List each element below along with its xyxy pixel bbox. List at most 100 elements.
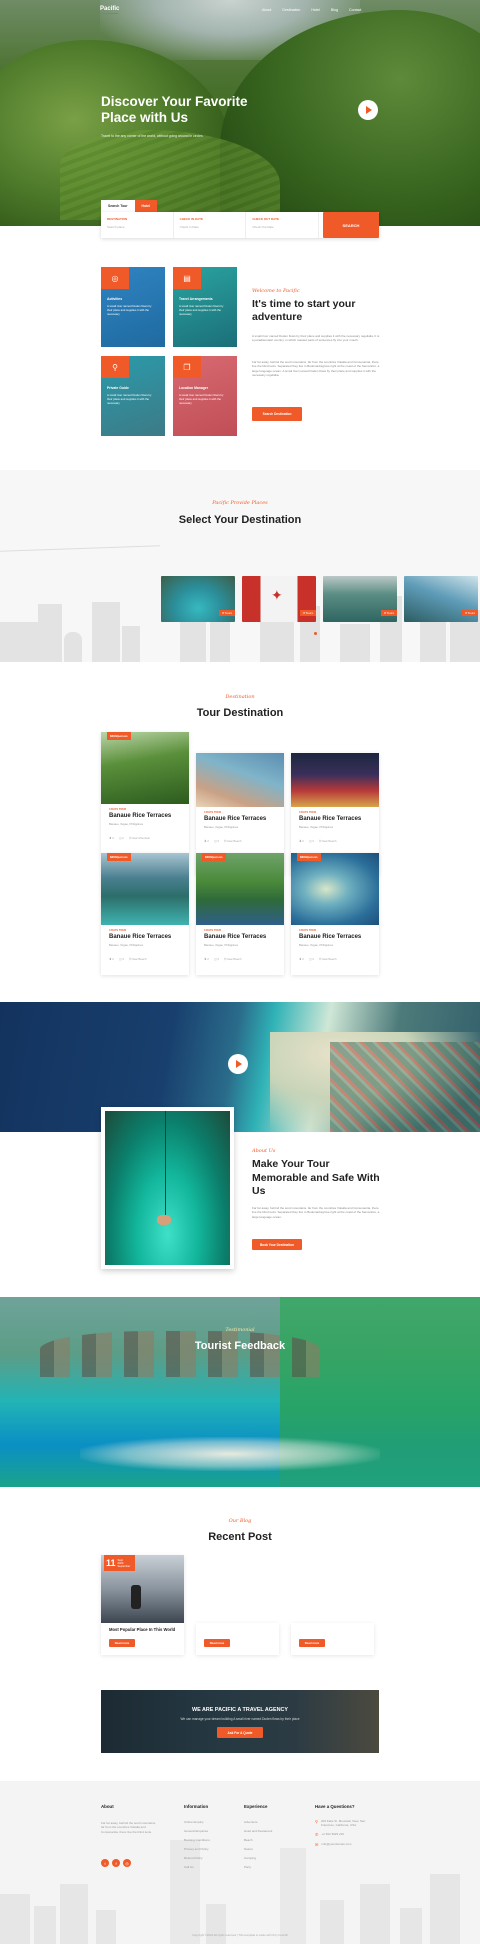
destination-input[interactable]: Search place xyxy=(107,225,167,229)
footer-link[interactable]: General Enquiries xyxy=(184,1829,210,1833)
play-video-button[interactable] xyxy=(228,1054,248,1074)
tour-card[interactable]: $300/person 3 DAYS TOUR Banaue Rice Terr… xyxy=(196,853,284,975)
cta-subtitle: We can manage your dream building A smal… xyxy=(180,1717,300,1721)
post-title[interactable]: Most Popular Place In This World xyxy=(109,1627,179,1632)
location-icon: ⚲ Near Beach xyxy=(223,957,242,961)
facebook-icon[interactable]: f xyxy=(112,1859,120,1867)
destination-script: Pacific Provide Places xyxy=(212,500,268,506)
about-title: Make Your Tour Memorable and Safe With U… xyxy=(252,1158,380,1197)
footer-contact-title: Have a Questions? xyxy=(315,1804,355,1809)
feedback-section xyxy=(0,1297,480,1487)
location-icon: ⚲ Near Beach xyxy=(318,839,337,843)
tour-card[interactable]: $300/person 3 DAYS TOUR Banaue Rice Terr… xyxy=(101,853,189,975)
bed-icon: ♜ 2 xyxy=(204,957,209,961)
nav-contact[interactable]: Contact xyxy=(349,8,361,12)
location-icon: ⚲ Near Beach xyxy=(318,957,337,961)
person-pin-icon: ⚲ xyxy=(101,356,129,378)
footer-link[interactable]: Beach xyxy=(244,1838,272,1842)
footer-link[interactable]: Privacy and Policy xyxy=(184,1847,210,1851)
location-icon: ⚲ Near Beach xyxy=(128,957,147,961)
play-video-button[interactable] xyxy=(358,100,378,120)
bath-icon: ◫ 3 xyxy=(213,957,219,961)
play-icon xyxy=(366,106,372,114)
feature-card-location-manager[interactable]: ❐ Location Manager A small river named D… xyxy=(173,356,237,436)
search-tabs: Search Tour Hotel xyxy=(101,200,158,212)
post-date: 11 Sept 2020 September xyxy=(104,1555,135,1571)
tour-script: Destination xyxy=(225,694,255,700)
destination-title: Select Your Destination xyxy=(178,514,302,526)
destination-card[interactable]: 8 Tours xyxy=(323,576,397,622)
logo[interactable]: Pacific xyxy=(100,6,119,15)
tour-title: Tour Destination xyxy=(196,707,284,719)
footer-information-title: Information xyxy=(184,1804,209,1809)
check-out-input[interactable]: Check Out Date xyxy=(252,225,312,229)
footer-email[interactable]: info@yourdomain.com xyxy=(321,1842,351,1847)
instagram-icon[interactable]: ◎ xyxy=(123,1859,131,1867)
footer-about-title: About xyxy=(101,1804,114,1809)
copyright-text: Copyright ©2024 All rights reserved | Th… xyxy=(192,1933,288,1937)
footer-link[interactable]: Refund Policy xyxy=(184,1856,210,1860)
read-more-button[interactable]: Read more xyxy=(109,1639,135,1647)
bed-icon: ♜ 2 xyxy=(109,836,114,840)
about-script: About Us xyxy=(252,1148,276,1154)
destination-section xyxy=(0,470,480,662)
bath-icon: ◫ 3 xyxy=(118,957,124,961)
feature-card-private-guide[interactable]: ⚲ Private Guide A small river named Dude… xyxy=(101,356,165,436)
play-icon xyxy=(236,1060,242,1068)
footer-link[interactable]: Online Enquiry xyxy=(184,1820,210,1824)
feature-card-travel-arrangements[interactable]: ▤ Travel Arrangements A small river name… xyxy=(173,267,237,347)
hero-subtitle: Travel to the any corner of the world, w… xyxy=(101,134,203,138)
destination-card[interactable]: ✦ 8 Tours xyxy=(242,576,316,622)
email-icon: ✉ xyxy=(315,1842,319,1848)
bed-icon: ♜ 2 xyxy=(299,839,304,843)
footer-link[interactable]: Booking Conditions xyxy=(184,1838,210,1842)
hero-title: Discover Your Favorite Place with Us xyxy=(101,94,248,125)
phone-icon: ✆ xyxy=(315,1832,319,1838)
feedback-script: Testimonial xyxy=(225,1327,255,1333)
footer-link[interactable]: Nature xyxy=(244,1847,272,1851)
bed-icon: ♜ 2 xyxy=(109,957,114,961)
search-destination-button[interactable]: Search Destination xyxy=(252,407,302,421)
cta-title: WE ARE PACIFIC A TRAVEL AGENCY xyxy=(192,1707,288,1713)
nav-about[interactable]: About xyxy=(262,8,271,12)
read-more-button[interactable]: Read more xyxy=(299,1639,325,1647)
about-image xyxy=(101,1107,234,1269)
feature-card-activities[interactable]: ◎ Activities A small river named Duden f… xyxy=(101,267,165,347)
feedback-title: Tourist Feedback xyxy=(194,1340,286,1352)
maple-leaf-icon: ✦ xyxy=(271,587,283,603)
search-button[interactable]: SEARCH xyxy=(323,212,379,238)
tour-card[interactable]: $300/person 3 DAYS TOUR Banaue Rice Terr… xyxy=(291,853,379,975)
welcome-text-1: A small river named Duden flows by their… xyxy=(252,334,380,343)
footer-link[interactable]: Adventure xyxy=(244,1820,272,1824)
footer-link[interactable]: Call Us xyxy=(184,1865,210,1869)
post-card[interactable]: 11 Sept 2020 September Most Popular Place … xyxy=(101,1555,184,1655)
check-out-field[interactable]: CHECK OUT DATE Check Out Date xyxy=(246,212,320,238)
book-destination-button[interactable]: Book Your Destination xyxy=(252,1239,302,1250)
tab-search-tour[interactable]: Search Tour xyxy=(101,200,135,212)
destination-card[interactable]: 8 Tours xyxy=(404,576,478,622)
tour-card[interactable]: $300/person 3 DAYS TOUR Banaue Rice Terr… xyxy=(101,732,189,854)
carousel-dot[interactable] xyxy=(314,632,317,635)
footer-link[interactable]: Camping xyxy=(244,1856,272,1860)
check-in-input[interactable]: Check In Date xyxy=(180,225,240,229)
ask-quote-button[interactable]: Ask For A Quote xyxy=(217,1727,263,1738)
nav-destination[interactable]: Destination xyxy=(282,8,300,12)
footer-link[interactable]: Hotel and Restaurant xyxy=(244,1829,272,1833)
footer-phone[interactable]: +2 392 3929 210 xyxy=(321,1832,344,1837)
footer-experience-title: Experience xyxy=(244,1804,268,1809)
post-card[interactable]: Read more xyxy=(196,1623,279,1655)
tab-hotel[interactable]: Hotel xyxy=(134,200,158,212)
location-pin-icon: ⚲ xyxy=(315,1819,318,1824)
footer-link[interactable]: Party xyxy=(244,1865,272,1869)
check-in-field[interactable]: CHECK IN DATE Check In Date xyxy=(174,212,247,238)
nav-blog[interactable]: Blog xyxy=(331,8,338,12)
bath-icon: ◫ 2 xyxy=(118,836,124,840)
destination-field[interactable]: DESTINATION Search place xyxy=(101,212,174,238)
twitter-icon[interactable]: t xyxy=(101,1859,109,1867)
read-more-button[interactable]: Read more xyxy=(204,1639,230,1647)
welcome-script: Welcome to Pacific xyxy=(252,288,300,294)
destination-card[interactable]: 8 Tours xyxy=(161,576,235,622)
globe-icon: ◎ xyxy=(101,267,129,289)
nav-hotel[interactable]: Hotel xyxy=(311,8,319,12)
post-card[interactable]: Read more xyxy=(291,1623,374,1655)
